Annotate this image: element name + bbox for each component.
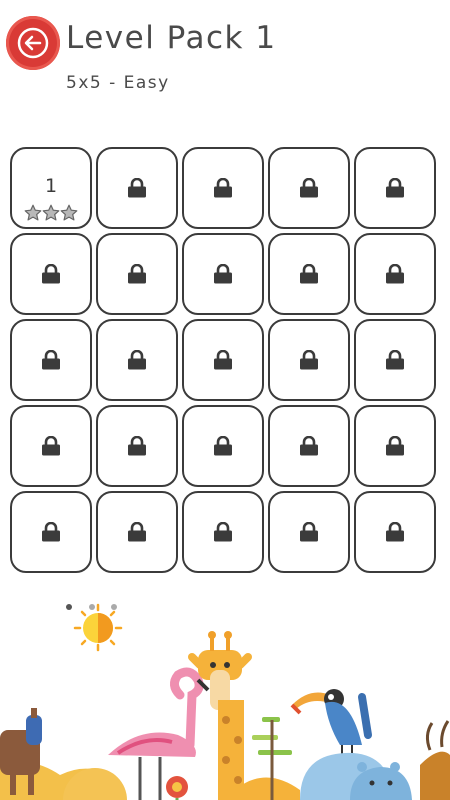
level-tile-locked[interactable] [268, 491, 350, 573]
header: Level Pack 1 5x5 - Easy [0, 0, 450, 110]
star-icon [42, 204, 60, 222]
page-title: Level Pack 1 [66, 20, 277, 56]
lock-icon [40, 350, 62, 370]
lock-icon [384, 178, 406, 198]
level-tile-locked[interactable] [268, 147, 350, 229]
level-tile-locked[interactable] [354, 491, 436, 573]
level-tile-locked[interactable] [268, 405, 350, 487]
level-tile-locked[interactable] [96, 491, 178, 573]
level-tile-locked[interactable] [96, 319, 178, 401]
level-stars [24, 204, 78, 222]
level-tile-locked[interactable] [182, 319, 264, 401]
level-tile-locked[interactable] [96, 405, 178, 487]
lock-icon [298, 436, 320, 456]
lock-icon [384, 350, 406, 370]
level-tile-locked[interactable] [96, 233, 178, 315]
level-tile-locked[interactable] [268, 319, 350, 401]
star-icon [60, 204, 78, 222]
level-grid: 1 [10, 147, 438, 575]
lock-icon [126, 522, 148, 542]
level-tile-locked[interactable] [268, 233, 350, 315]
flower [166, 776, 188, 800]
lock-icon [126, 350, 148, 370]
toucan [290, 689, 372, 757]
level-tile-locked[interactable] [182, 405, 264, 487]
level-tile-locked[interactable] [354, 319, 436, 401]
level-tile-locked[interactable] [10, 491, 92, 573]
lock-icon [298, 264, 320, 284]
lock-icon [384, 436, 406, 456]
level-tile-locked[interactable] [182, 491, 264, 573]
animal-illustration [0, 595, 450, 800]
level-tile-locked[interactable] [354, 233, 436, 315]
level-tile-locked[interactable] [10, 405, 92, 487]
sun-icon [66, 603, 123, 652]
lock-icon [212, 178, 234, 198]
lock-icon [126, 436, 148, 456]
level-tile-locked[interactable] [354, 147, 436, 229]
arrow-left-icon [17, 27, 49, 59]
lock-icon [298, 178, 320, 198]
level-tile-locked[interactable] [10, 233, 92, 315]
lock-icon [212, 350, 234, 370]
lock-icon [126, 264, 148, 284]
back-button[interactable] [6, 16, 60, 70]
level-tile-locked[interactable] [96, 147, 178, 229]
page-subtitle: 5x5 - Easy [66, 73, 170, 93]
level-tile-locked[interactable] [182, 147, 264, 229]
level-tile[interactable]: 1 [10, 147, 92, 229]
lock-icon [298, 522, 320, 542]
lock-icon [384, 264, 406, 284]
lock-icon [40, 436, 62, 456]
hippo [300, 752, 412, 800]
lock-icon [40, 522, 62, 542]
star-icon [24, 204, 42, 222]
level-number: 1 [44, 175, 58, 197]
lock-icon [212, 436, 234, 456]
lock-icon [298, 350, 320, 370]
level-tile-locked[interactable] [182, 233, 264, 315]
lock-icon [212, 522, 234, 542]
antelope [420, 720, 450, 800]
lock-icon [40, 264, 62, 284]
level-tile-locked[interactable] [10, 319, 92, 401]
lock-icon [212, 264, 234, 284]
giraffe [188, 631, 300, 800]
flamingo [108, 667, 210, 800]
lock-icon [384, 522, 406, 542]
level-tile-locked[interactable] [354, 405, 436, 487]
lock-icon [126, 178, 148, 198]
